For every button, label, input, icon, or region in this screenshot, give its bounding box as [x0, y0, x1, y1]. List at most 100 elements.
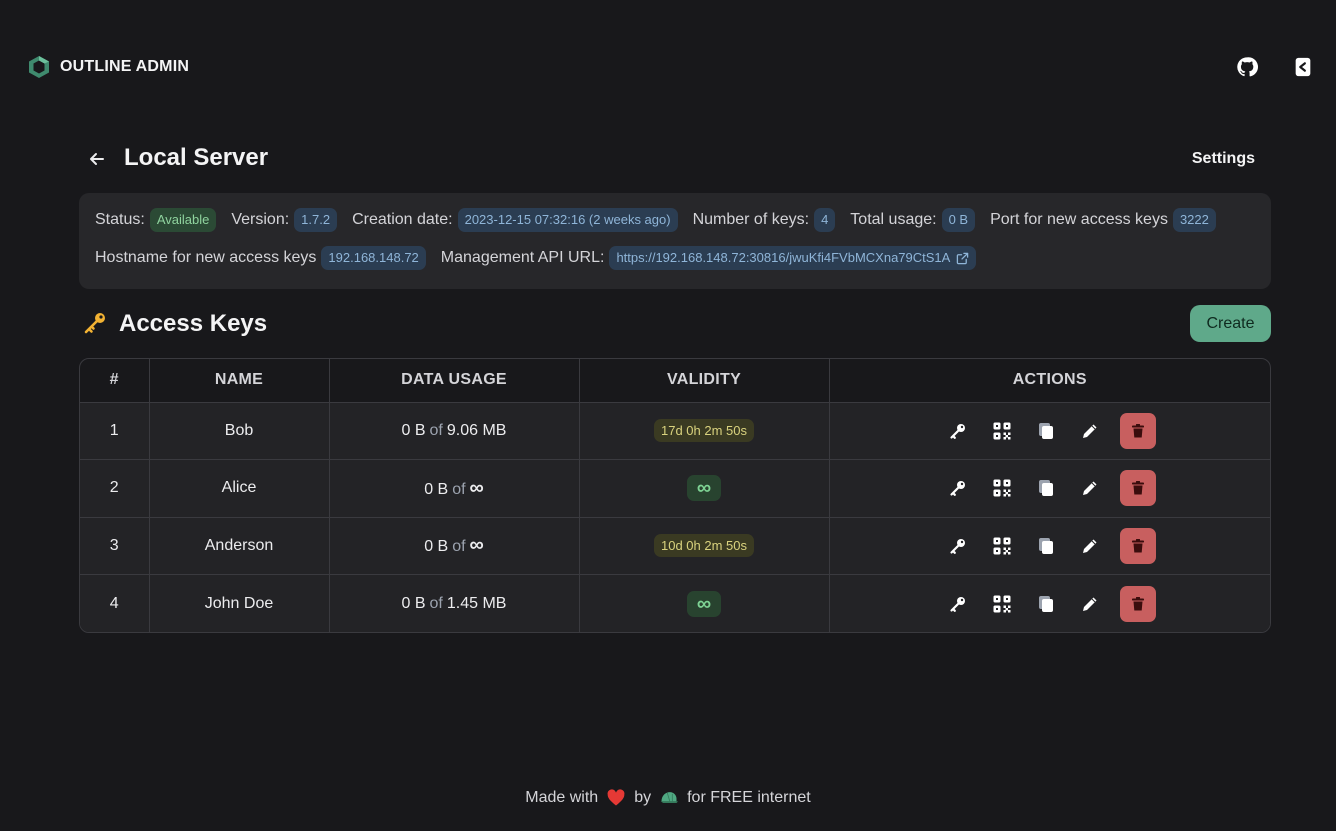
info-line-2: Hostname for new access keys 192.168.148…: [95, 245, 1255, 271]
validity-badge: 10d 0h 2m 50s: [653, 534, 754, 558]
keys-count-label: Number of keys:: [692, 211, 810, 228]
edit-icon[interactable]: [1076, 532, 1104, 560]
copy-icon[interactable]: [1032, 532, 1060, 560]
settings-button[interactable]: Settings: [1192, 150, 1255, 168]
validity-cell: 17d 0h 2m 50s: [579, 402, 830, 460]
edit-icon[interactable]: [1076, 417, 1104, 445]
table-row: 4 John Doe 0 Bof 1.45 MB ∞: [80, 574, 1270, 632]
show-key-icon[interactable]: [944, 590, 972, 618]
footer: Made with by for FREE internet: [0, 788, 1336, 808]
table-row: 3 Anderson 0 Bof ∞ 10d 0h 2m 50s: [80, 517, 1270, 575]
key-name: Bob: [149, 402, 330, 460]
edit-icon[interactable]: [1076, 474, 1104, 502]
data-limit: ∞: [469, 534, 484, 557]
copy-icon[interactable]: [1032, 590, 1060, 618]
delete-key-button[interactable]: [1119, 470, 1156, 507]
copy-icon[interactable]: [1032, 417, 1060, 445]
data-usage-cell: 0 Bof 1.45 MB: [329, 574, 580, 632]
section-title: Access Keys: [119, 310, 268, 337]
validity-cell: ∞: [579, 574, 830, 632]
data-of: of: [429, 594, 443, 612]
creation-value: 2023-12-15 07:32:16 (2 weeks ago): [457, 208, 678, 232]
data-usage-cell: 0 Bof ∞: [329, 459, 580, 518]
validity-cell: 10d 0h 2m 50s: [579, 517, 830, 575]
data-usage-cell: 0 Bof ∞: [329, 517, 580, 575]
brand[interactable]: OUTLINE ADMIN: [27, 55, 189, 79]
status-badge: Available: [149, 208, 217, 232]
creation-item: Creation date: 2023-12-15 07:32:16 (2 we…: [352, 208, 678, 232]
back-arrow-icon[interactable]: [88, 150, 106, 168]
qr-code-icon[interactable]: [988, 590, 1016, 618]
create-key-button[interactable]: Create: [1190, 305, 1271, 342]
total-usage-value: 0 B: [941, 208, 976, 232]
data-of: of: [429, 421, 443, 439]
data-limit: 1.45 MB: [446, 594, 507, 612]
column-header: #: [80, 359, 150, 403]
api-url-value: https://192.168.148.72:30816/jwuKfi4FVbM…: [616, 250, 951, 265]
external-link-icon: [957, 252, 969, 264]
github-icon[interactable]: [1236, 56, 1258, 78]
copy-icon[interactable]: [1032, 474, 1060, 502]
top-bar: OUTLINE ADMIN: [0, 0, 1336, 136]
page-title: Local Server: [124, 144, 269, 171]
delete-key-button[interactable]: [1119, 412, 1156, 449]
hostname-value: 192.168.148.72: [321, 246, 426, 270]
trash-icon: [1130, 538, 1146, 554]
data-used: 0 B: [424, 538, 449, 556]
total-usage-item: Total usage: 0 B: [850, 208, 976, 232]
footer-made-with: Made with: [525, 789, 599, 806]
qr-code-icon[interactable]: [988, 532, 1016, 560]
api-url-item: Management API URL: https://192.168.148.…: [441, 246, 977, 270]
actions-cell: [829, 402, 1270, 460]
key-name: Anderson: [149, 517, 330, 575]
column-header: DATA USAGE: [329, 359, 580, 403]
outline-logo-icon: [29, 56, 49, 78]
data-used: 0 B: [401, 421, 426, 439]
table-row: 1 Bob 0 Bof 9.06 MB 17d 0h 2m 50s: [80, 402, 1270, 460]
show-key-icon[interactable]: [944, 474, 972, 502]
status-label: Status:: [95, 211, 145, 228]
version-item: Version: 1.7.2: [231, 208, 338, 232]
footer-tail: for FREE internet: [687, 789, 811, 806]
logout-icon[interactable]: [1292, 56, 1314, 78]
edit-icon[interactable]: [1076, 590, 1104, 618]
key-emoji-icon: [84, 313, 105, 334]
cap-icon: [660, 792, 679, 803]
api-url-label: Management API URL:: [440, 249, 605, 266]
key-number: 1: [80, 402, 150, 460]
validity-cell: ∞: [579, 459, 830, 518]
validity-badge: ∞: [686, 590, 722, 617]
delete-key-button[interactable]: [1119, 527, 1156, 564]
qr-code-icon[interactable]: [988, 417, 1016, 445]
delete-key-button[interactable]: [1119, 585, 1156, 622]
trash-icon: [1130, 480, 1146, 496]
data-used: 0 B: [401, 594, 426, 612]
hostname-label: Hostname for new access keys: [95, 249, 317, 266]
table-row: 2 Alice 0 Bof ∞ ∞: [80, 459, 1270, 518]
data-of: of: [452, 480, 466, 498]
total-usage-label: Total usage:: [850, 211, 937, 228]
api-url-link[interactable]: https://192.168.148.72:30816/jwuKfi4FVbM…: [609, 246, 977, 270]
column-header: ACTIONS: [829, 359, 1270, 403]
trash-icon: [1130, 596, 1146, 612]
column-header: NAME: [149, 359, 330, 403]
footer-by: by: [634, 789, 652, 806]
show-key-icon[interactable]: [944, 532, 972, 560]
access-keys-table: # NAME DATA USAGE VALIDITY ACTIONS 1 Bob 0…: [79, 358, 1271, 633]
brand-name: OUTLINE ADMIN: [60, 58, 190, 75]
port-item: Port for new access keys 3222: [990, 208, 1216, 232]
port-value: 3222: [1172, 208, 1216, 232]
server-header: Local Server Settings: [80, 142, 1271, 176]
data-usage-cell: 0 Bof 9.06 MB: [329, 402, 580, 460]
qr-code-icon[interactable]: [988, 474, 1016, 502]
actions-cell: [829, 517, 1270, 575]
key-number: 4: [80, 574, 150, 632]
table-header-row: # NAME DATA USAGE VALIDITY ACTIONS: [80, 359, 1270, 403]
status-item: Status: Available: [95, 208, 217, 232]
show-key-icon[interactable]: [944, 417, 972, 445]
server-info-card: Status: Available Version: 1.7.2 Creatio…: [79, 193, 1271, 289]
data-used: 0 B: [424, 480, 449, 498]
version-value: 1.7.2: [294, 208, 338, 232]
keys-count-value: 4: [814, 208, 836, 232]
version-label: Version:: [231, 211, 290, 228]
